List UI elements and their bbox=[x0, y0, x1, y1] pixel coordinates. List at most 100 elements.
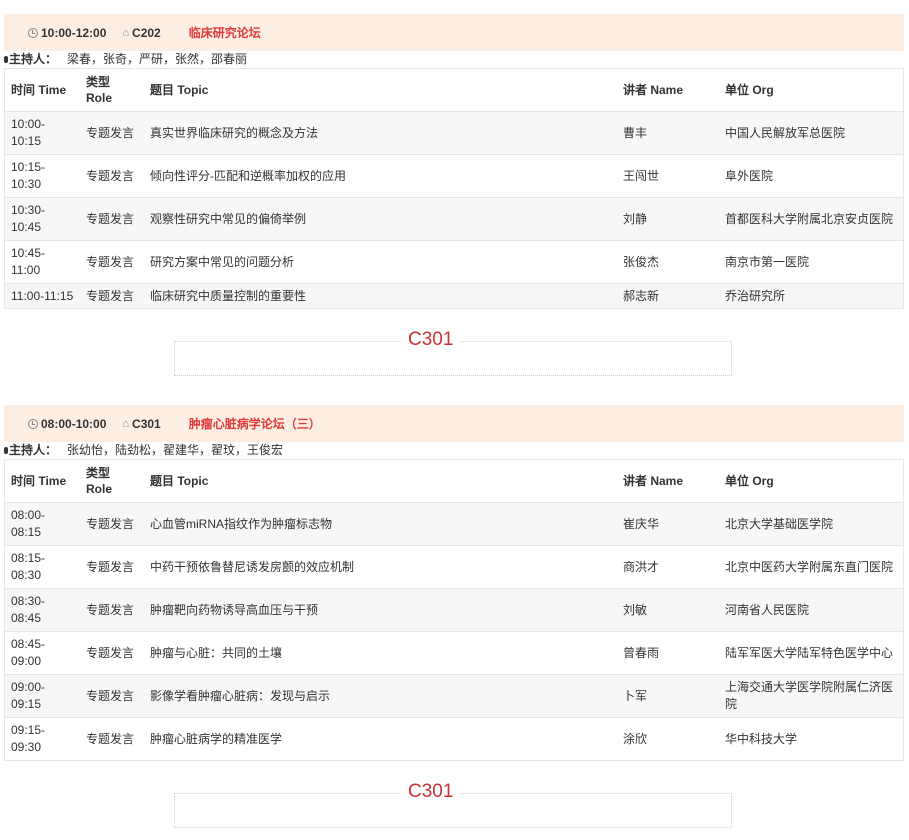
microphone-icon bbox=[4, 56, 8, 63]
cell-org: 首都医科大学附属北京安贞医院 bbox=[719, 197, 904, 241]
cell-role: 专题发言 bbox=[80, 588, 144, 632]
session-header: 10:00-12:00 ⌂ C202 临床研究论坛 bbox=[4, 14, 904, 51]
session-room: ⌂ C301 bbox=[122, 416, 161, 431]
cell-org: 南京市第一医院 bbox=[719, 240, 904, 284]
cell-org: 乔治研究所 bbox=[719, 283, 904, 309]
cell-time: 09:15-09:30 bbox=[4, 717, 80, 761]
cell-org: 河南省人民医院 bbox=[719, 588, 904, 632]
session-room: ⌂ C202 bbox=[122, 25, 161, 40]
cell-speaker: 郝志新 bbox=[617, 283, 719, 309]
cell-time: 08:15-08:30 bbox=[4, 545, 80, 589]
moderators: 主持人： 梁春，张奇，严研，张然，邵春丽 bbox=[4, 51, 904, 68]
cell-role: 专题发言 bbox=[80, 545, 144, 589]
cell-speaker: 商洪才 bbox=[617, 545, 719, 589]
header-topic: 题目 Topic bbox=[144, 68, 617, 112]
moderator-label: 主持人： bbox=[9, 443, 58, 457]
cell-topic: 中药干预依鲁替尼诱发房颤的效应机制 bbox=[144, 545, 617, 589]
session-header: 08:00-10:00 ⌂ C301 肿瘤心脏病学论坛（三） bbox=[4, 405, 904, 442]
cell-role: 专题发言 bbox=[80, 240, 144, 284]
cell-org: 阜外医院 bbox=[719, 154, 904, 198]
table-row: 08:00-08:15 专题发言 心血管miRNA指纹作为肿瘤标志物 崔庆华 北… bbox=[4, 502, 904, 546]
header-org: 单位 Org bbox=[719, 68, 904, 112]
table-row: 08:30-08:45 专题发言 肿瘤靶向药物诱导高血压与干预 刘敏 河南省人民… bbox=[4, 588, 904, 632]
moderators: 主持人： 张幼怡，陆劲松，翟建华，翟玟，王俊宏 bbox=[4, 442, 904, 459]
header-role: 类型 Role bbox=[80, 68, 144, 112]
cell-speaker: 刘敏 bbox=[617, 588, 719, 632]
table-row: 09:15-09:30 专题发言 肿瘤心脏病学的精准医学 涂欣 华中科技大学 bbox=[4, 717, 904, 761]
table-row: 10:30-10:45 专题发言 观察性研究中常见的偏倚举例 刘静 首都医科大学… bbox=[4, 197, 904, 241]
session-title[interactable]: 肿瘤心脏病学论坛（三） bbox=[189, 415, 321, 432]
cell-role: 专题发言 bbox=[80, 283, 144, 309]
header-topic: 题目 Topic bbox=[144, 459, 617, 503]
header-time: 时间 Time bbox=[4, 459, 80, 503]
cell-speaker: 刘静 bbox=[617, 197, 719, 241]
cell-topic: 临床研究中质量控制的重要性 bbox=[144, 283, 617, 309]
microphone-icon bbox=[4, 447, 8, 454]
cell-topic: 观察性研究中常见的偏倚举例 bbox=[144, 197, 617, 241]
moderator-names: 梁春，张奇，严研，张然，邵春丽 bbox=[67, 52, 248, 66]
cell-org: 北京大学基础医学院 bbox=[719, 502, 904, 546]
table-row: 11:00-11:15 专题发言 临床研究中质量控制的重要性 郝志新 乔治研究所 bbox=[4, 283, 904, 309]
cell-topic: 真实世界临床研究的概念及方法 bbox=[144, 111, 617, 155]
cell-speaker: 张俊杰 bbox=[617, 240, 719, 284]
cell-role: 专题发言 bbox=[80, 197, 144, 241]
cell-org: 北京中医药大学附属东直门医院 bbox=[719, 545, 904, 589]
moderator-names: 张幼怡，陆劲松，翟建华，翟玟，王俊宏 bbox=[67, 443, 284, 457]
home-icon: ⌂ bbox=[122, 417, 130, 430]
cell-org: 陆军军医大学陆军特色医学中心 bbox=[719, 631, 904, 675]
table-row: 10:00-10:15 专题发言 真实世界临床研究的概念及方法 曹丰 中国人民解… bbox=[4, 111, 904, 155]
program-table: 时间 Time 类型 Role 题目 Topic 讲者 Name 单位 Org … bbox=[4, 459, 904, 761]
cell-org: 华中科技大学 bbox=[719, 717, 904, 761]
moderator-label: 主持人： bbox=[9, 52, 58, 66]
cell-topic: 肿瘤与心脏：共同的土壤 bbox=[144, 631, 617, 675]
cell-role: 专题发言 bbox=[80, 154, 144, 198]
cell-org: 中国人民解放军总医院 bbox=[719, 111, 904, 155]
program-table: 时间 Time 类型 Role 题目 Topic 讲者 Name 单位 Org … bbox=[4, 68, 904, 309]
cell-topic: 影像学看肿瘤心脏病：发现与启示 bbox=[144, 674, 617, 718]
cell-topic: 心血管miRNA指纹作为肿瘤标志物 bbox=[144, 502, 617, 546]
cell-time: 08:00-08:15 bbox=[4, 502, 80, 546]
cell-topic: 肿瘤靶向药物诱导高血压与干预 bbox=[144, 588, 617, 632]
session-title[interactable]: 临床研究论坛 bbox=[189, 24, 261, 41]
cell-time: 11:00-11:15 bbox=[4, 283, 80, 309]
home-icon: ⌂ bbox=[122, 26, 130, 39]
cell-time: 10:30-10:45 bbox=[4, 197, 80, 241]
session-block: 10:00-12:00 ⌂ C202 临床研究论坛 主持人： 梁春，张奇，严研，… bbox=[4, 14, 904, 309]
cell-role: 专题发言 bbox=[80, 502, 144, 546]
header-org: 单位 Org bbox=[719, 459, 904, 503]
cell-speaker: 卜军 bbox=[617, 674, 719, 718]
cell-org: 上海交通大学医学院附属仁济医院 bbox=[719, 674, 904, 718]
clock-icon bbox=[28, 27, 38, 38]
cell-role: 专题发言 bbox=[80, 674, 144, 718]
table-row: 08:45-09:00 专题发言 肿瘤与心脏：共同的土壤 曾春雨 陆军军医大学陆… bbox=[4, 631, 904, 675]
cell-role: 专题发言 bbox=[80, 111, 144, 155]
cell-time: 10:15-10:30 bbox=[4, 154, 80, 198]
cell-speaker: 王闯世 bbox=[617, 154, 719, 198]
cell-topic: 肿瘤心脏病学的精准医学 bbox=[144, 717, 617, 761]
table-row: 10:15-10:30 专题发言 倾向性评分-匹配和逆概率加权的应用 王闯世 阜… bbox=[4, 154, 904, 198]
cell-topic: 研究方案中常见的问题分析 bbox=[144, 240, 617, 284]
table-row: 08:15-08:30 专题发言 中药干预依鲁替尼诱发房颤的效应机制 商洪才 北… bbox=[4, 545, 904, 589]
table-header-row: 时间 Time 类型 Role 题目 Topic 讲者 Name 单位 Org bbox=[4, 68, 904, 112]
cell-speaker: 涂欣 bbox=[617, 717, 719, 761]
session-block: 08:00-10:00 ⌂ C301 肿瘤心脏病学论坛（三） 主持人： 张幼怡，… bbox=[4, 405, 904, 761]
table-row: 10:45-11:00 专题发言 研究方案中常见的问题分析 张俊杰 南京市第一医… bbox=[4, 240, 904, 284]
cell-time: 10:45-11:00 bbox=[4, 240, 80, 284]
header-speaker: 讲者 Name bbox=[617, 68, 719, 112]
room-divider: C301 bbox=[174, 328, 732, 376]
cell-speaker: 崔庆华 bbox=[617, 502, 719, 546]
cell-time: 09:00-09:15 bbox=[4, 674, 80, 718]
session-time: 08:00-10:00 bbox=[28, 417, 106, 431]
clock-icon bbox=[28, 418, 38, 429]
session-time: 10:00-12:00 bbox=[28, 26, 106, 40]
header-speaker: 讲者 Name bbox=[617, 459, 719, 503]
cell-role: 专题发言 bbox=[80, 631, 144, 675]
room-divider: C301 bbox=[174, 780, 732, 828]
room-label: C301 bbox=[400, 328, 462, 352]
header-time: 时间 Time bbox=[4, 68, 80, 112]
table-row: 09:00-09:15 专题发言 影像学看肿瘤心脏病：发现与启示 卜军 上海交通… bbox=[4, 674, 904, 718]
cell-time: 10:00-10:15 bbox=[4, 111, 80, 155]
cell-time: 08:45-09:00 bbox=[4, 631, 80, 675]
cell-speaker: 曹丰 bbox=[617, 111, 719, 155]
cell-time: 08:30-08:45 bbox=[4, 588, 80, 632]
